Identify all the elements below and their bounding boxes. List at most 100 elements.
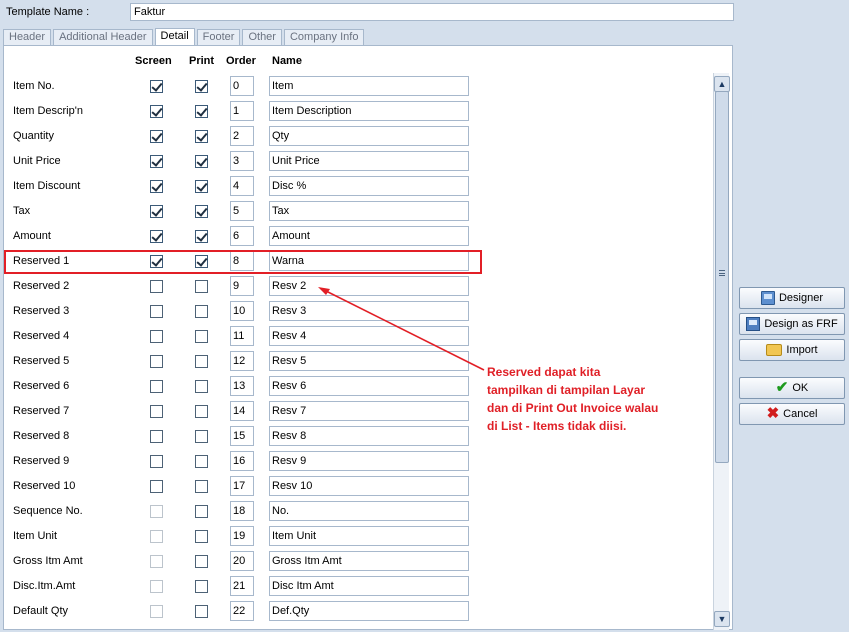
order-input[interactable]: [230, 376, 254, 396]
order-input[interactable]: [230, 126, 254, 146]
tab-other[interactable]: Other: [242, 29, 282, 46]
order-input[interactable]: [230, 351, 254, 371]
name-input[interactable]: [269, 326, 469, 346]
tab-company-info[interactable]: Company Info: [283, 29, 365, 46]
print-checkbox[interactable]: [195, 155, 208, 168]
screen-checkbox[interactable]: [150, 380, 163, 393]
order-input[interactable]: [230, 476, 254, 496]
order-input[interactable]: [230, 426, 254, 446]
designer-button[interactable]: Designer: [739, 287, 845, 309]
order-input[interactable]: [230, 601, 254, 621]
order-input[interactable]: [230, 276, 254, 296]
field-label: Reserved 8: [13, 430, 70, 442]
name-input[interactable]: [269, 451, 469, 471]
screen-checkbox[interactable]: [150, 455, 163, 468]
name-input[interactable]: [269, 101, 469, 121]
screen-checkbox[interactable]: [150, 205, 163, 218]
order-input[interactable]: [230, 226, 254, 246]
print-checkbox[interactable]: [195, 530, 208, 543]
print-checkbox[interactable]: [195, 555, 208, 568]
tab-additional-header[interactable]: Additional Header: [53, 29, 153, 46]
print-checkbox[interactable]: [195, 130, 208, 143]
screen-checkbox[interactable]: [150, 80, 163, 93]
order-input[interactable]: [230, 451, 254, 471]
screen-checkbox[interactable]: [150, 230, 163, 243]
order-input[interactable]: [230, 176, 254, 196]
name-input[interactable]: [269, 501, 469, 521]
order-input[interactable]: [230, 576, 254, 596]
print-checkbox[interactable]: [195, 280, 208, 293]
scroll-grip-icon: [719, 270, 725, 276]
import-button[interactable]: Import: [739, 339, 845, 361]
name-input[interactable]: [269, 601, 469, 621]
cancel-button[interactable]: ✖ Cancel: [739, 403, 845, 425]
ok-button[interactable]: ✔ OK: [739, 377, 845, 399]
print-checkbox[interactable]: [195, 330, 208, 343]
print-checkbox[interactable]: [195, 105, 208, 118]
name-input[interactable]: [269, 226, 469, 246]
order-input[interactable]: [230, 76, 254, 96]
name-input[interactable]: [269, 351, 469, 371]
print-checkbox[interactable]: [195, 405, 208, 418]
print-checkbox[interactable]: [195, 205, 208, 218]
field-label: Reserved 7: [13, 405, 70, 417]
name-input[interactable]: [269, 76, 469, 96]
screen-checkbox[interactable]: [150, 155, 163, 168]
screen-checkbox[interactable]: [150, 480, 163, 493]
name-input[interactable]: [269, 276, 469, 296]
name-input[interactable]: [269, 376, 469, 396]
name-input[interactable]: [269, 526, 469, 546]
ok-button-label: OK: [792, 382, 809, 394]
name-input[interactable]: [269, 551, 469, 571]
order-input[interactable]: [230, 501, 254, 521]
scroll-up-button[interactable]: ▲: [714, 76, 730, 92]
print-checkbox[interactable]: [195, 355, 208, 368]
print-checkbox[interactable]: [195, 80, 208, 93]
order-input[interactable]: [230, 201, 254, 221]
vertical-scrollbar[interactable]: ▲ ▼: [713, 73, 730, 630]
print-checkbox[interactable]: [195, 505, 208, 518]
name-input[interactable]: [269, 401, 469, 421]
print-checkbox[interactable]: [195, 580, 208, 593]
screen-checkbox[interactable]: [150, 130, 163, 143]
print-checkbox[interactable]: [195, 480, 208, 493]
name-input[interactable]: [269, 126, 469, 146]
scroll-down-button[interactable]: ▼: [714, 611, 730, 627]
print-checkbox[interactable]: [195, 380, 208, 393]
print-checkbox[interactable]: [195, 305, 208, 318]
name-input[interactable]: [269, 201, 469, 221]
print-checkbox[interactable]: [195, 430, 208, 443]
name-input[interactable]: [269, 151, 469, 171]
screen-checkbox[interactable]: [150, 280, 163, 293]
name-input[interactable]: [269, 476, 469, 496]
template-name-input[interactable]: [130, 3, 734, 21]
detail-panel: Screen Print Order Name Item No. Item Des…: [3, 45, 733, 630]
order-input[interactable]: [230, 101, 254, 121]
screen-checkbox[interactable]: [150, 405, 163, 418]
print-checkbox[interactable]: [195, 230, 208, 243]
order-input[interactable]: [230, 526, 254, 546]
order-input[interactable]: [230, 326, 254, 346]
order-input[interactable]: [230, 551, 254, 571]
name-input[interactable]: [269, 426, 469, 446]
tab-header[interactable]: Header: [3, 29, 52, 46]
screen-checkbox[interactable]: [150, 355, 163, 368]
name-input[interactable]: [269, 301, 469, 321]
field-label: Unit Price: [13, 155, 61, 167]
order-input[interactable]: [230, 401, 254, 421]
tab-detail[interactable]: Detail: [154, 28, 195, 46]
screen-checkbox[interactable]: [150, 305, 163, 318]
name-input[interactable]: [269, 576, 469, 596]
order-input[interactable]: [230, 151, 254, 171]
print-checkbox[interactable]: [195, 455, 208, 468]
design-as-frf-button[interactable]: Design as FRF: [739, 313, 845, 335]
screen-checkbox[interactable]: [150, 105, 163, 118]
tab-footer[interactable]: Footer: [196, 29, 241, 46]
screen-checkbox[interactable]: [150, 330, 163, 343]
screen-checkbox[interactable]: [150, 430, 163, 443]
name-input[interactable]: [269, 176, 469, 196]
print-checkbox[interactable]: [195, 605, 208, 618]
order-input[interactable]: [230, 301, 254, 321]
print-checkbox[interactable]: [195, 180, 208, 193]
screen-checkbox[interactable]: [150, 180, 163, 193]
